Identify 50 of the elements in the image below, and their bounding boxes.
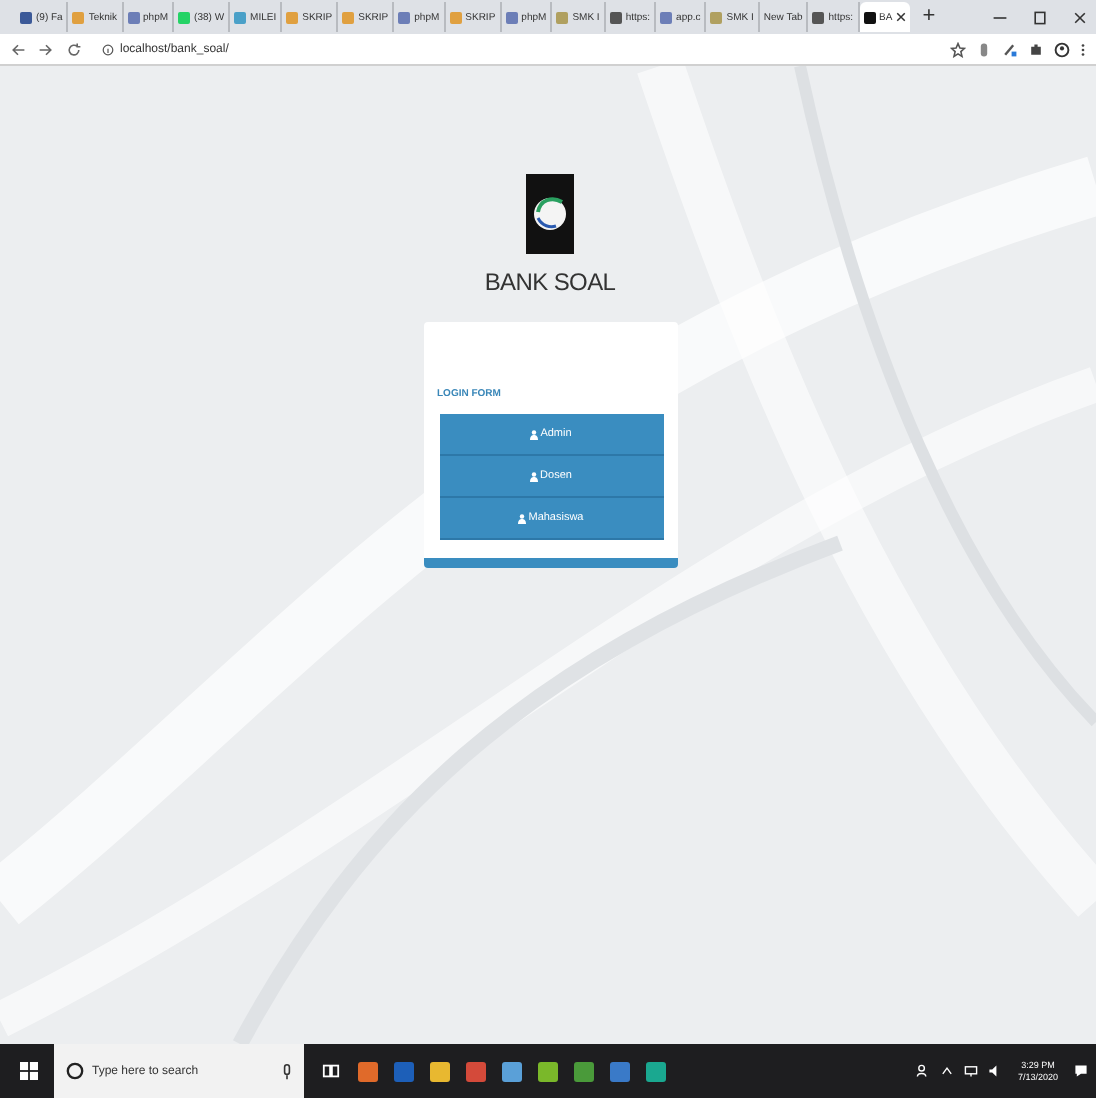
favicon-icon [286,11,299,23]
favicon-icon [505,11,518,23]
maximize-icon[interactable] [1032,9,1048,25]
close-icon[interactable] [1072,9,1088,25]
new-tab-button[interactable]: + [922,6,936,28]
favicon-icon [660,11,673,23]
star-icon[interactable] [950,41,966,57]
taskbar-app-icon[interactable] [608,1059,632,1083]
search-circle-icon [66,1062,84,1080]
favicon-icon [234,11,247,23]
windows-start-icon[interactable] [20,1062,38,1080]
favicon-icon [710,11,723,23]
menu-icon[interactable] [1080,41,1086,57]
user-icon [530,429,539,439]
taskbar-app-icon[interactable] [572,1059,596,1083]
taskbar-app-icon[interactable] [356,1059,380,1083]
taskbar-app-icon[interactable] [500,1059,524,1083]
task-view-icon[interactable] [322,1062,340,1080]
profile-icon[interactable] [1054,41,1070,57]
favicon-icon [812,11,825,23]
user-icon [518,513,527,523]
microphone-icon[interactable] [282,1063,292,1079]
reload-icon[interactable] [66,41,82,57]
taskbar-app-icon[interactable] [536,1059,560,1083]
user-icon [530,471,539,481]
taskbar-app-icon[interactable] [464,1059,488,1083]
favicon-icon [72,11,85,23]
speaker-icon[interactable] [987,1064,1002,1078]
favicon-icon [556,11,569,23]
people-icon[interactable] [915,1064,930,1078]
info-icon [102,43,114,55]
favicon-icon [863,11,876,23]
taskbar-app-icon[interactable] [428,1059,452,1083]
favicon-icon [178,11,191,23]
favicon-icon [20,11,32,23]
app-title: BANK SOAL [484,268,616,296]
favicon-icon [342,11,355,23]
close-icon[interactable] [896,12,907,22]
favicon-icon [609,11,622,23]
forward-icon[interactable] [38,41,54,57]
notification-icon[interactable] [1074,1064,1088,1078]
taskbar-app-icon[interactable] [644,1059,668,1083]
pen-icon[interactable] [1002,41,1018,57]
favicon-icon [398,11,411,23]
network-icon[interactable] [963,1064,978,1078]
logo-icon [526,174,574,254]
favicon-icon [449,11,462,23]
favicon-icon [127,11,140,23]
chevron-up-icon[interactable] [939,1064,954,1078]
back-icon[interactable] [10,41,26,57]
